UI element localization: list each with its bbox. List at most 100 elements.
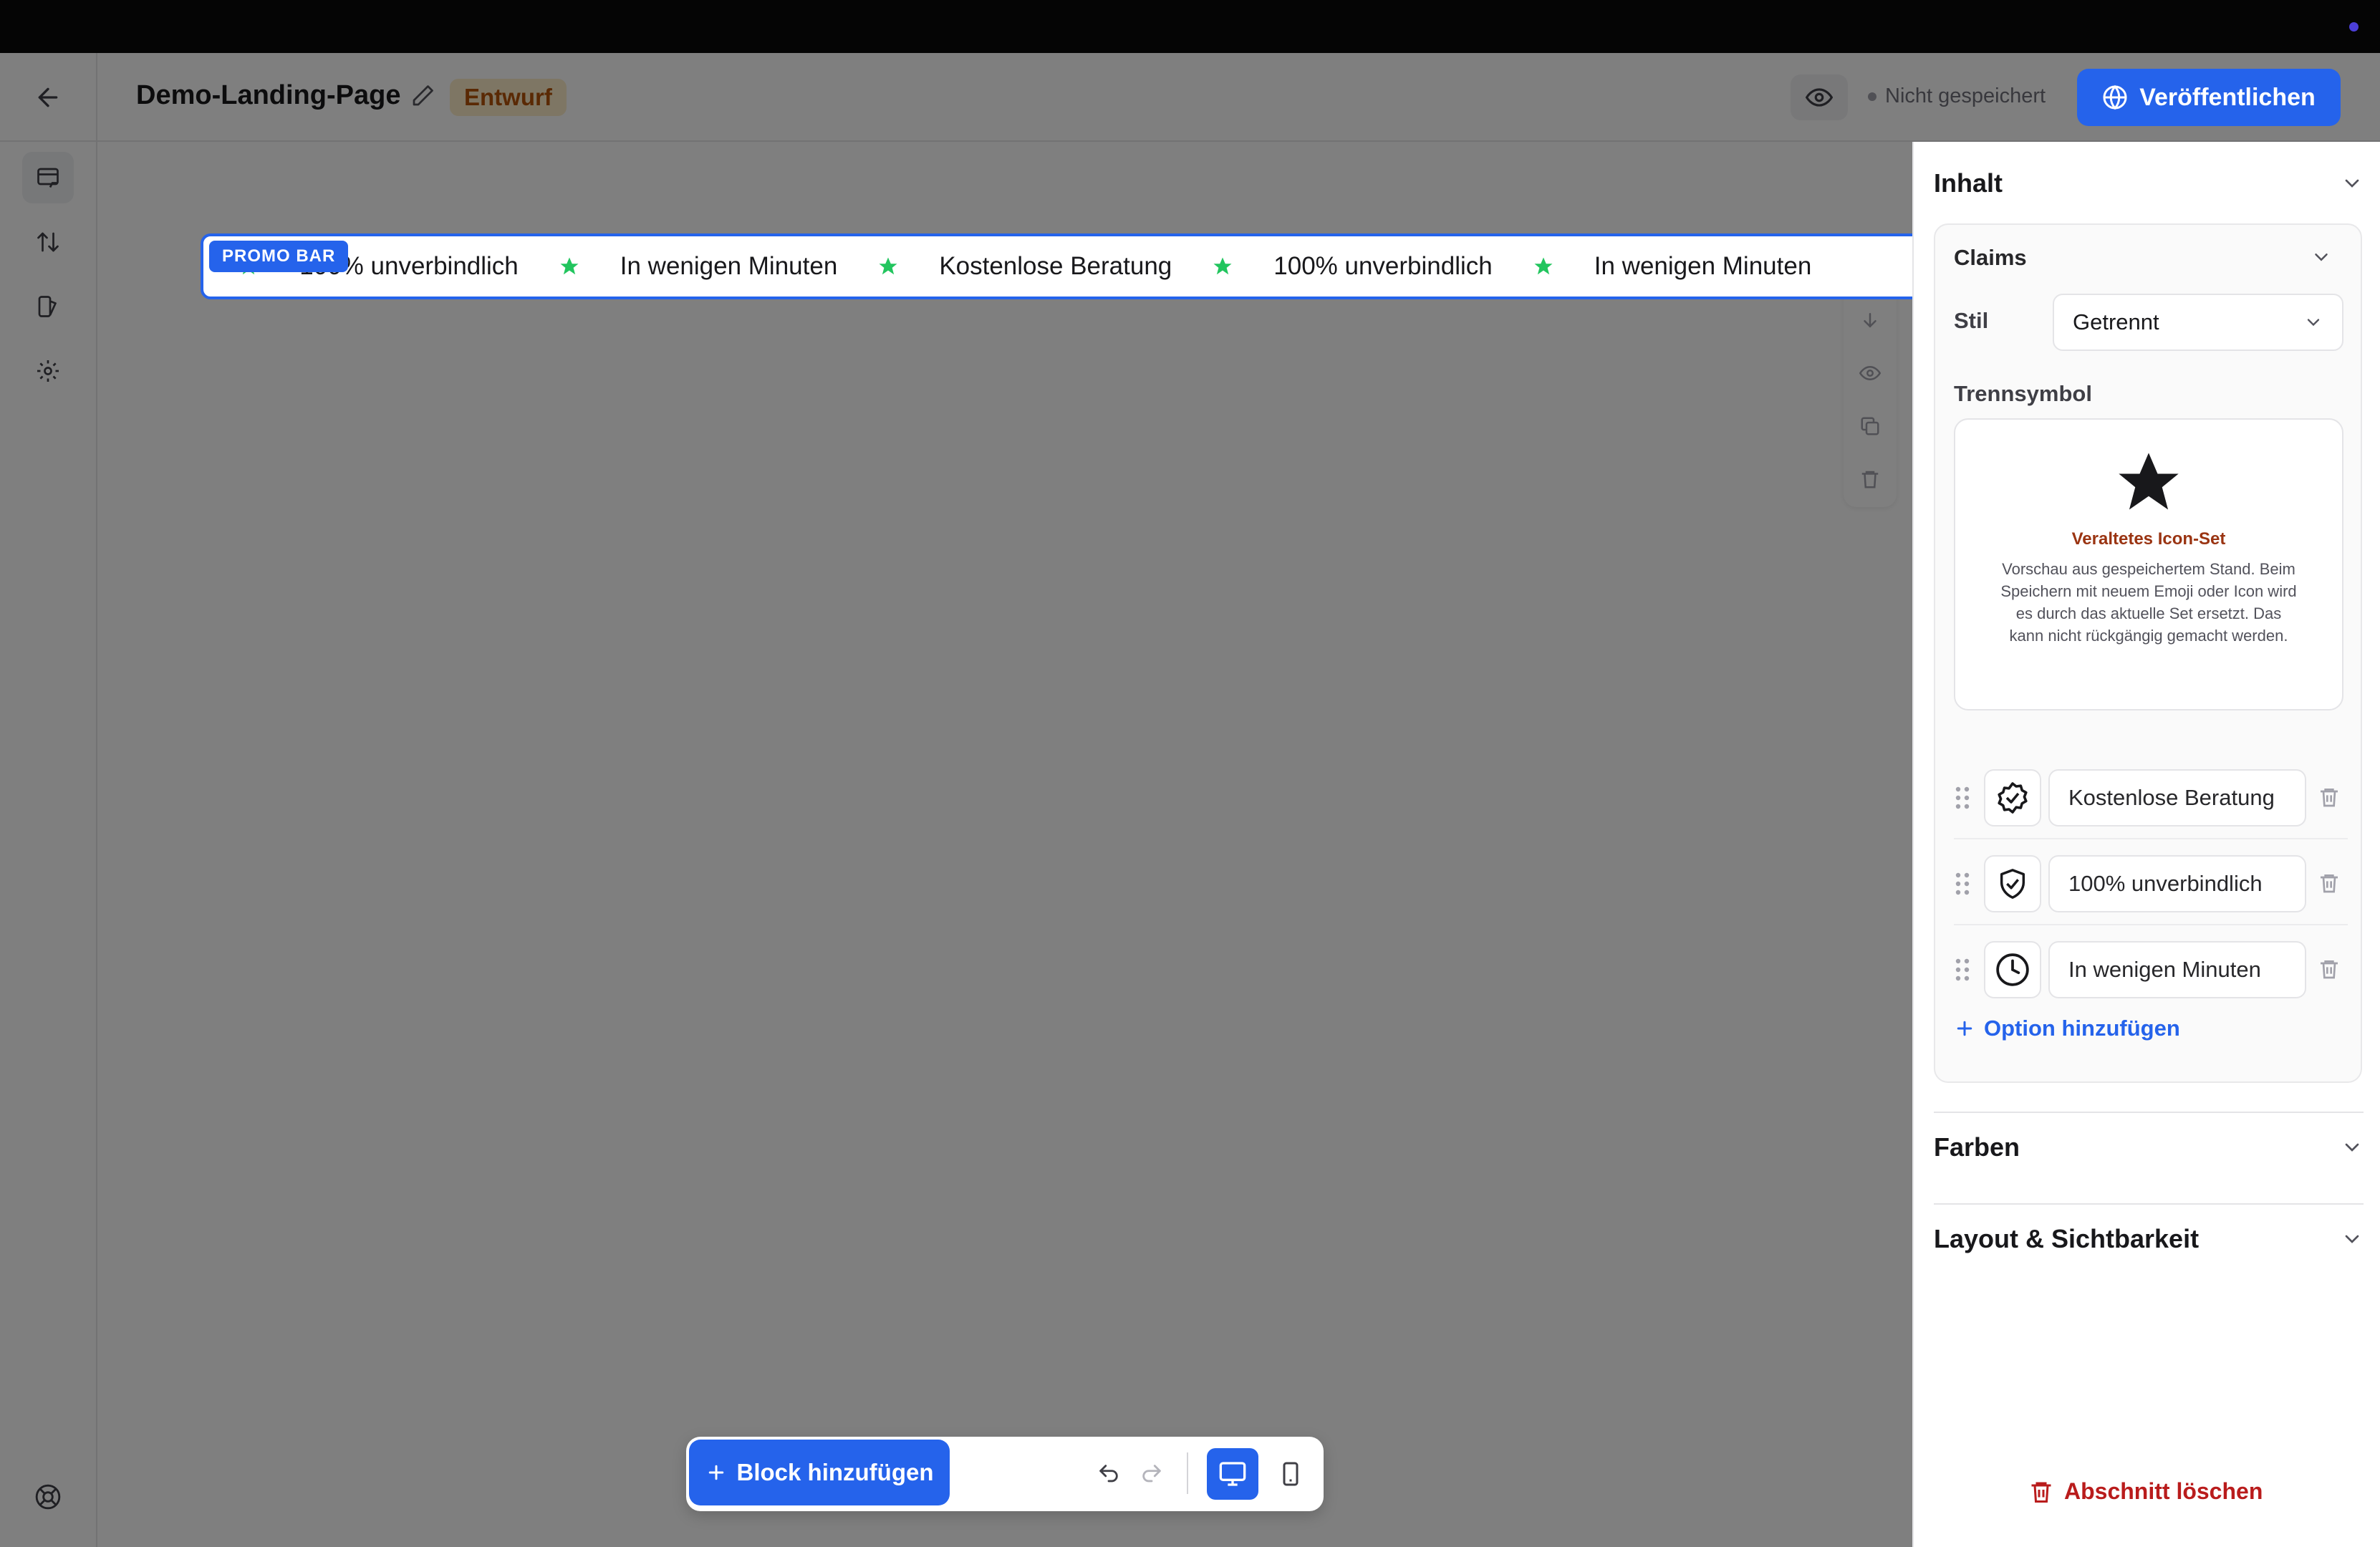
device-status-bar	[0, 0, 2380, 53]
layout-section-title: Layout & Sichtbarkeit	[1934, 1224, 2200, 1253]
drag-handle-icon[interactable]	[1954, 957, 1971, 986]
editor-canvas[interactable]: PROMO BAR Ang 100% unverbindlich In weni…	[97, 142, 2008, 1547]
preview-button[interactable]	[1791, 74, 1848, 120]
promo-bar-block[interactable]: PROMO BAR Ang 100% unverbindlich In weni…	[201, 233, 2008, 299]
separator-picker[interactable]: Veraltetes Icon-Set Vorschau aus gespeic…	[1954, 418, 2343, 710]
gear-icon	[37, 360, 59, 382]
delete-section-button[interactable]: Abschnitt löschen	[2028, 1478, 2263, 1505]
toolbar-separator	[1187, 1452, 1188, 1494]
eye-icon	[1859, 365, 1881, 381]
option-icon-picker[interactable]	[1984, 769, 2041, 826]
section-divider	[1934, 1203, 2364, 1205]
rail-reorder-button[interactable]	[22, 216, 74, 268]
mobile-view-button[interactable]	[1265, 1448, 1316, 1500]
publish-button[interactable]: Veröffentlichen	[2077, 69, 2341, 126]
arrow-left-icon	[38, 87, 58, 107]
undo-icon	[1099, 1465, 1118, 1483]
add-block-button[interactable]: Block hinzufügen	[689, 1440, 950, 1505]
redo-icon	[1142, 1465, 1161, 1483]
style-select-value: Getrennt	[2073, 309, 2159, 334]
save-status: Nicht gespeichert	[1868, 85, 2046, 108]
option-icon-picker[interactable]	[1984, 941, 2041, 998]
option-input[interactable]: 100% unverbindlich	[2048, 855, 2306, 912]
toggle-visibility-button[interactable]	[1844, 347, 1897, 400]
plus-icon	[708, 1465, 723, 1480]
colors-section-title: Farben	[1934, 1132, 2020, 1162]
status-badge: Entwurf	[450, 79, 567, 116]
style-label: Stil	[1954, 308, 1989, 333]
editor-app: Demo-Landing-Page Entwurf Nicht gespeich…	[0, 53, 2380, 1547]
rail-theme-button[interactable]	[22, 281, 74, 332]
rail-help-button[interactable]	[22, 1471, 74, 1523]
trash-icon[interactable]	[2318, 785, 2341, 813]
content-section-header[interactable]: Inhalt	[1934, 162, 2364, 205]
chevron-down-icon	[2307, 319, 2320, 327]
option-input[interactable]: In wenigen Minuten	[2048, 941, 2306, 998]
rail-content-button[interactable]	[22, 152, 74, 203]
trash-icon[interactable]	[2318, 871, 2341, 899]
chevron-down-icon	[2345, 179, 2359, 188]
editor-header: Demo-Landing-Page Entwurf Nicht gespeich…	[0, 53, 2380, 142]
publish-label: Veröffentlichen	[2139, 83, 2316, 111]
status-dot	[1868, 92, 1876, 101]
style-select[interactable]: Getrennt	[2053, 294, 2343, 351]
arrow-down-icon	[1864, 313, 1876, 328]
claims-collapse-button[interactable]	[2311, 246, 2332, 271]
chevron-down-icon	[2345, 1143, 2359, 1152]
delete-section-label: Abschnitt löschen	[2064, 1478, 2263, 1504]
camera-indicator	[2349, 22, 2359, 32]
star-icon	[1955, 447, 2342, 522]
pencil-icon[interactable]	[410, 83, 435, 112]
legacy-iconset-title: Veraltetes Icon-Set	[2071, 529, 2226, 549]
legacy-iconset-text: Vorschau aus gespeichertem Stand. Beim S…	[2000, 560, 2297, 645]
shield-check-icon	[2000, 869, 2025, 899]
add-option-label: Option hinzufügen	[1984, 1016, 2180, 1041]
ticker-claim: Kostenlose Beratung	[939, 252, 1172, 280]
add-block-label: Block hinzufügen	[736, 1459, 934, 1485]
star-icon	[559, 256, 580, 277]
trash-icon	[1861, 471, 1879, 488]
option-row: Kostenlose Beratung	[1954, 769, 2348, 829]
promo-bar-tag: PROMO BAR	[209, 241, 349, 272]
option-icon-picker[interactable]	[1984, 855, 2041, 912]
copy-icon	[1861, 417, 1879, 435]
star-icon	[877, 256, 899, 277]
left-rail	[0, 142, 97, 1547]
option-divider	[1954, 924, 2348, 925]
chevron-down-icon	[2315, 254, 2328, 261]
star-icon	[1212, 256, 1233, 277]
layout-edit-icon	[37, 168, 59, 188]
drag-handle-icon[interactable]	[1954, 785, 1971, 814]
redo-button[interactable]	[1126, 1448, 1177, 1500]
ticker-claim: 100% unverbindlich	[1273, 252, 1493, 280]
star-icon	[1533, 256, 1554, 277]
delete-block-button[interactable]	[1844, 453, 1897, 506]
palette-icon	[38, 296, 57, 317]
properties-panel: Inhalt Claims Stil Getrennt Trennsymbol …	[1912, 142, 2380, 1547]
layout-section-header[interactable]: Layout & Sichtbarkeit	[1934, 1218, 2364, 1261]
trash-icon[interactable]	[2318, 957, 2341, 985]
smartphone-icon	[1283, 1462, 1299, 1486]
duplicate-button[interactable]	[1844, 400, 1897, 453]
claims-ticker: Ang 100% unverbindlich In wenigen Minute…	[203, 236, 1851, 297]
claims-card: Claims Stil Getrennt Trennsymbol Veralte…	[1934, 223, 2362, 1083]
colors-section-header[interactable]: Farben	[1934, 1126, 2364, 1169]
badge-check-icon	[1998, 782, 2028, 814]
desktop-view-button[interactable]	[1207, 1448, 1258, 1500]
arrows-up-down-icon	[37, 232, 59, 252]
move-down-button[interactable]	[1844, 294, 1897, 347]
back-button[interactable]	[21, 74, 74, 120]
separator-label: Trennsymbol	[1954, 381, 2092, 406]
trash-icon	[2031, 1482, 2051, 1503]
header-divider	[96, 53, 97, 142]
section-divider	[1934, 1112, 2364, 1113]
ticker-claim: In wenigen Minuten	[620, 252, 838, 280]
rail-settings-button[interactable]	[22, 345, 74, 397]
option-input[interactable]: Kostenlose Beratung	[2048, 769, 2306, 826]
claims-title: Claims	[1954, 245, 2027, 270]
bottom-toolbar: Block hinzufügen	[686, 1437, 1324, 1511]
globe-icon	[2103, 85, 2127, 110]
add-option-button[interactable]: Option hinzufügen	[1954, 1016, 2180, 1041]
drag-handle-icon[interactable]	[1954, 871, 1971, 900]
option-divider	[1954, 838, 2348, 839]
